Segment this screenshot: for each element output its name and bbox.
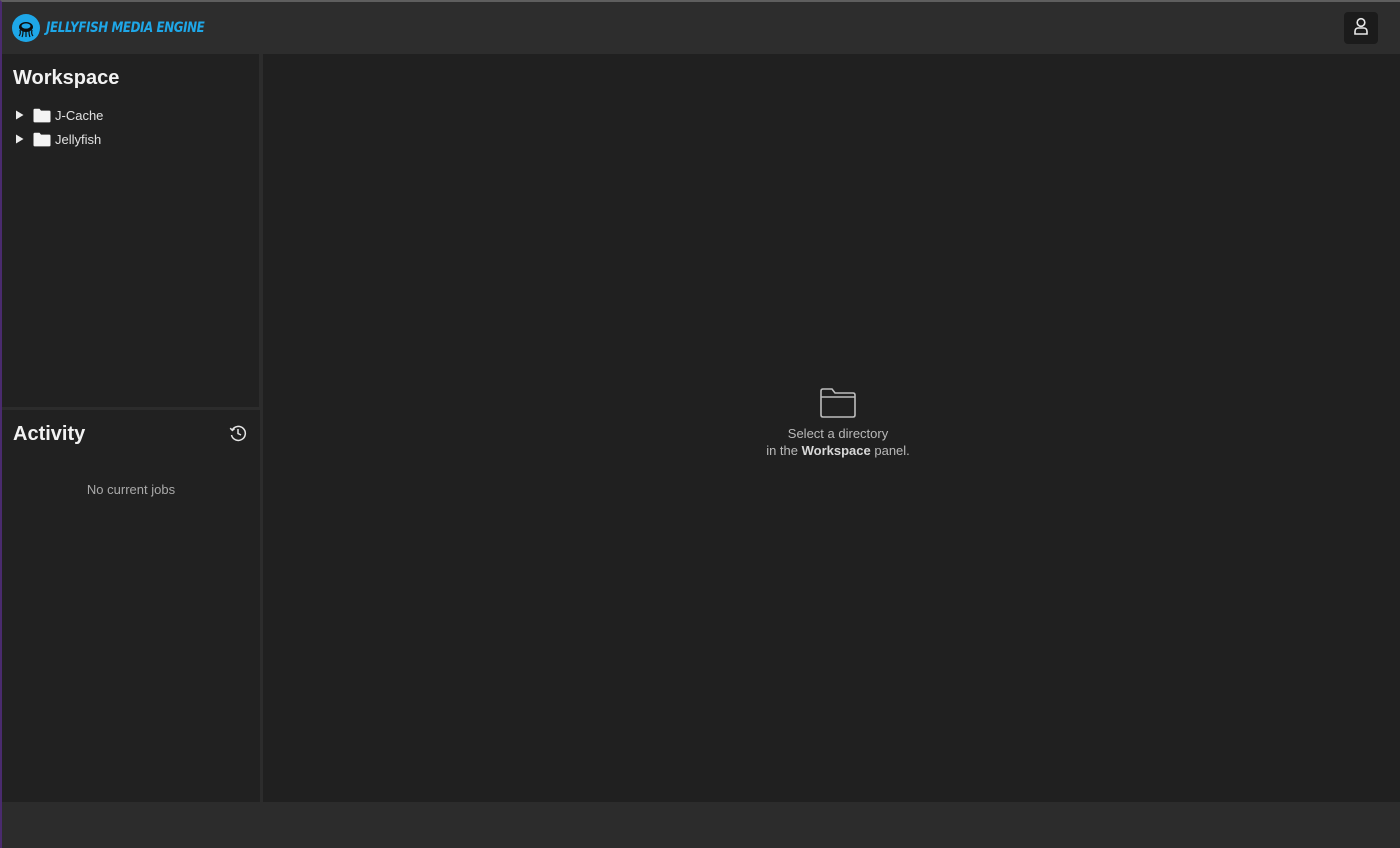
caret-right-icon[interactable]	[14, 134, 24, 144]
workspace-panel: Workspace J-Cache Jellyfish	[2, 54, 259, 407]
status-bar	[2, 802, 1400, 848]
activity-title: Activity	[13, 423, 86, 445]
tree-item-label: Jellyfish	[55, 131, 102, 147]
empty-state-line-2: in the Workspace panel.	[263, 442, 1400, 459]
jellyfish-logo-icon	[12, 14, 40, 42]
no-jobs-message: No current jobs	[86, 482, 176, 497]
brand[interactable]: JELLYFISH MEDIA ENGINE	[12, 2, 232, 54]
workspace-tree: J-Cache Jellyfish	[2, 103, 259, 151]
tree-item-jellyfish[interactable]: Jellyfish	[2, 127, 259, 151]
history-icon	[229, 424, 247, 447]
tree-item-label: J-Cache	[55, 107, 104, 123]
top-bar: JELLYFISH MEDIA ENGINE	[2, 2, 1400, 54]
folder-outline-icon	[263, 387, 1400, 419]
workspace-reference: Workspace	[801, 443, 871, 458]
history-button[interactable]	[228, 425, 248, 445]
empty-state: Select a directory in the Workspace pane…	[263, 387, 1400, 459]
user-icon	[1353, 17, 1369, 40]
main-content: Select a directory in the Workspace pane…	[263, 54, 1400, 802]
activity-panel: Activity No current jobs	[2, 410, 260, 802]
app-window: JELLYFISH MEDIA ENGINE Workspace J-Cache	[0, 0, 1400, 848]
user-account-button[interactable]	[1344, 12, 1378, 44]
caret-right-icon[interactable]	[14, 110, 24, 120]
empty-line2-suffix: panel.	[870, 443, 910, 458]
tree-item-j-cache[interactable]: J-Cache	[2, 103, 259, 127]
workspace-title: Workspace	[13, 67, 120, 89]
folder-icon	[33, 107, 51, 123]
brand-name: JELLYFISH MEDIA ENGINE	[46, 20, 205, 36]
empty-state-line-1: Select a directory	[787, 426, 889, 441]
empty-line2-prefix: in the	[766, 443, 802, 458]
folder-icon	[33, 131, 51, 147]
